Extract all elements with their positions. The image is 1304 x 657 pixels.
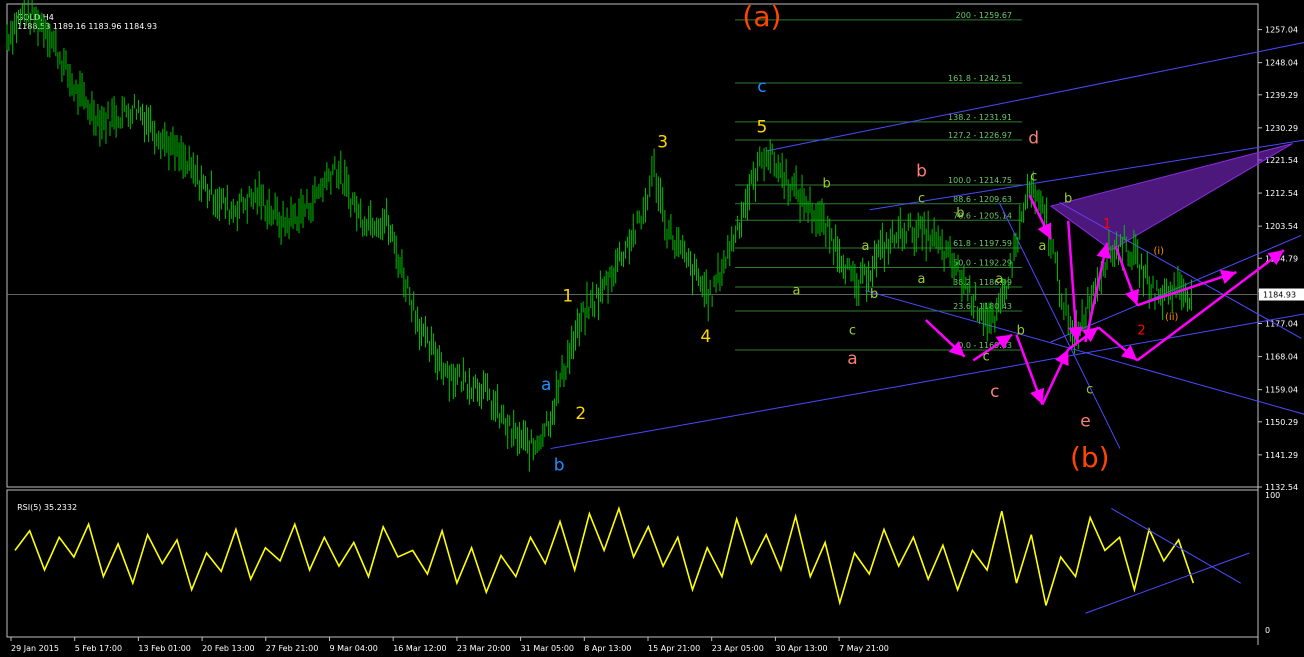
y-tick-label: 1141.29 (1265, 451, 1298, 460)
harmonic-pattern-triangle (1049, 143, 1293, 251)
wave-label: a (792, 283, 800, 298)
wave-label: b (870, 287, 878, 302)
rsi-trendline (1085, 552, 1250, 614)
projection-arrow (1136, 249, 1285, 362)
projection-arrow (1097, 326, 1139, 362)
wave-label: a (918, 272, 926, 287)
trendline (550, 313, 1304, 450)
x-tick-label: 23 Mar 20:00 (457, 644, 510, 653)
wave-label: 2 (1137, 324, 1145, 339)
wave-label: a (847, 349, 857, 369)
y-tick-label: 1248.04 (1265, 59, 1298, 68)
x-tick-label: 15 Apr 21:00 (648, 644, 700, 653)
wave-label: b (956, 206, 964, 221)
fib-level-label: 138.2 - 1231.91 (948, 113, 1012, 122)
wave-label: c (849, 324, 856, 339)
wave-label: (a) (742, 0, 781, 33)
wave-label: e (1080, 412, 1090, 432)
x-tick-label: 5 Feb 17:00 (75, 644, 122, 653)
wave-label: 2 (575, 404, 586, 424)
y-tick-label: 1168.04 (1265, 353, 1298, 362)
rsi-tick-label: 0 (1265, 626, 1270, 635)
wave-label: 1 (562, 287, 573, 307)
rsi-line (14, 505, 1195, 606)
wave-label: b (1064, 191, 1072, 206)
wave-label: c (1030, 169, 1037, 184)
x-tick-label: 8 Apr 13:00 (584, 644, 631, 653)
x-tick-label: 29 Jan 2015 (11, 644, 59, 653)
wave-label: b (916, 162, 927, 182)
fib-level-label: 200 - 1259.67 (956, 11, 1012, 20)
x-tick-label: 16 Mar 12:00 (393, 644, 446, 653)
wave-label: a (541, 375, 551, 395)
wave-label: c (918, 191, 925, 206)
projection-arrow (1015, 334, 1045, 405)
wave-label: b (1017, 324, 1025, 339)
wave-label: c (990, 382, 999, 402)
y-tick-label: 1159.04 (1265, 386, 1298, 395)
rsi-trendline (1111, 508, 1241, 584)
y-tick-label: 1239.29 (1265, 91, 1298, 100)
fib-level-label: 127.2 - 1226.97 (948, 131, 1012, 140)
x-tick-label: 20 Feb 13:00 (202, 644, 254, 653)
x-tick-label: 27 Feb 21:00 (266, 644, 318, 653)
fib-level-label: 61.8 - 1197.59 (953, 239, 1012, 248)
rsi-tick-label: 100 (1265, 491, 1280, 500)
y-tick-label: 1150.29 (1265, 418, 1298, 427)
wave-label: b (554, 456, 565, 476)
projection-arrow (924, 319, 966, 358)
wave-label: (b) (1070, 441, 1110, 474)
wave-label: 4 (700, 327, 711, 347)
projection-arrow (1028, 194, 1053, 240)
wave-label: 3 (657, 132, 668, 152)
fib-level-label: 100.0 - 1214.75 (948, 176, 1012, 185)
wave-label: (i) (1153, 246, 1164, 257)
trendline (869, 139, 1304, 211)
projection-arrow (1084, 242, 1112, 343)
x-tick-label: 9 Mar 04:00 (330, 644, 378, 653)
projection-arrow (1136, 269, 1237, 307)
wave-label: c (983, 349, 990, 364)
y-tick-label: 1212.54 (1265, 189, 1298, 198)
wave-label: a (995, 272, 1003, 287)
wave-label: a (1038, 239, 1046, 254)
x-tick-label: 31 Mar 05:00 (521, 644, 574, 653)
wave-label: c (1086, 382, 1093, 397)
price-chart[interactable]: 1257.041248.041239.291230.291221.541212.… (0, 0, 1304, 657)
rsi-plot-frame (6, 489, 1259, 638)
fib-level-label: 50.0 - 1192.29 (953, 258, 1012, 267)
x-tick-label: 23 Apr 05:00 (712, 644, 764, 653)
fib-level-label: 23.6 - 1180.43 (953, 302, 1012, 311)
wave-label: c (757, 77, 766, 97)
wave-label: d (1028, 129, 1039, 149)
y-tick-label: 1257.04 (1265, 26, 1298, 35)
projection-arrow (1041, 348, 1070, 406)
wave-label: (ii) (1165, 312, 1178, 323)
wave-label: b (822, 177, 830, 192)
x-tick-label: 13 Feb 01:00 (138, 644, 190, 653)
y-tick-label: 1203.54 (1265, 222, 1298, 231)
wave-label: 1 (1103, 217, 1111, 232)
x-tick-label: 7 May 21:00 (839, 644, 889, 653)
x-tick-label: 30 Apr 13:00 (775, 644, 827, 653)
y-tick-label: 1230.29 (1265, 124, 1298, 133)
wave-label: 5 (756, 118, 767, 138)
current-price-label: 1184.93 (1263, 291, 1296, 300)
wave-label: a (861, 239, 869, 254)
fib-level-label: 88.6 - 1209.63 (953, 195, 1012, 204)
fib-level-label: 161.8 - 1242.51 (948, 74, 1012, 83)
